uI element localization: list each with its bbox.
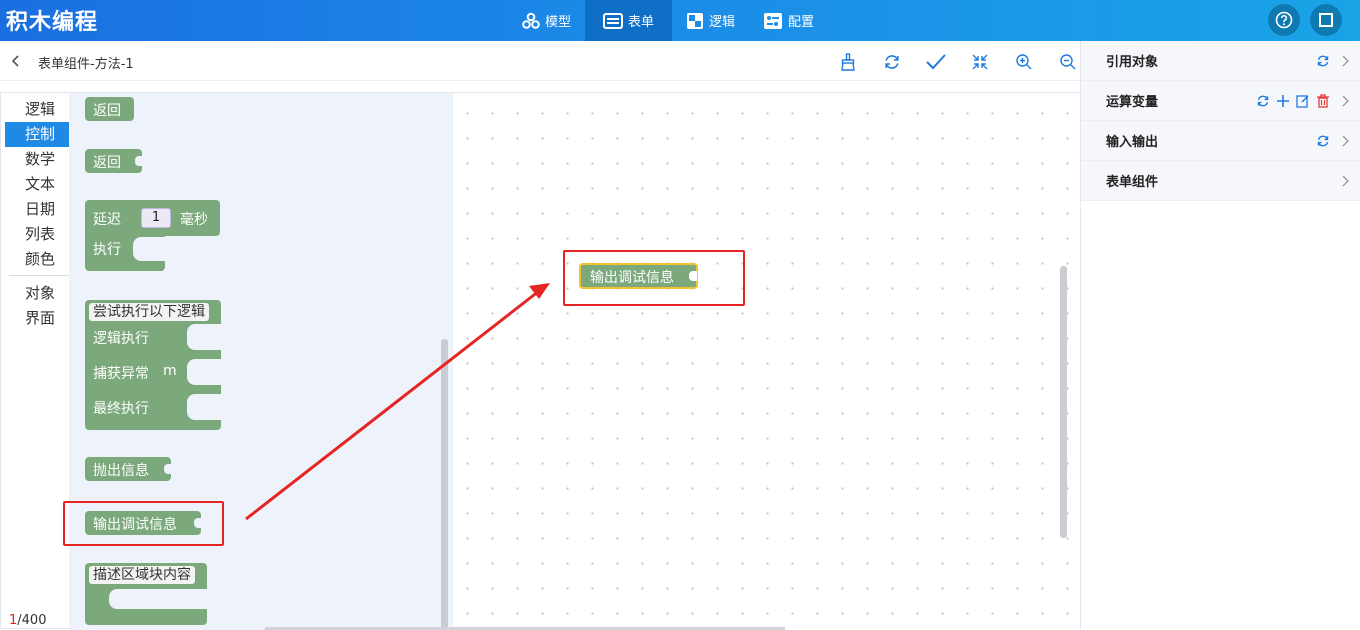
panel-reference-objects[interactable]: 引用对象 — [1081, 41, 1360, 81]
chevron-right-icon — [1342, 175, 1349, 186]
back-icon[interactable] — [10, 53, 22, 69]
collapse-icon — [972, 54, 988, 70]
panel-input-output[interactable]: 输入输出 — [1081, 121, 1360, 161]
plus-icon[interactable] — [1276, 94, 1290, 108]
chevron-right-icon — [1342, 95, 1349, 106]
nav-form[interactable]: 表单 — [585, 0, 673, 41]
nav-logic[interactable]: 逻辑 — [672, 0, 749, 41]
right-panel: 引用对象 运算变量 输入输出 表单组件 — [1080, 41, 1360, 629]
zoom-in-icon — [1016, 54, 1032, 70]
editor-toolbar — [826, 51, 1090, 73]
nav-form-label: 表单 — [628, 15, 655, 30]
clean-button[interactable] — [826, 51, 870, 73]
check-icon — [926, 54, 946, 70]
chevron-right-icon — [1342, 55, 1349, 66]
panel-form-components[interactable]: 表单组件 — [1081, 161, 1360, 201]
panel-input-output-title: 输入输出 — [1106, 135, 1159, 150]
panel-reference-objects-title: 引用对象 — [1106, 55, 1159, 70]
model-icon — [522, 12, 540, 29]
nav-config[interactable]: 配置 — [749, 0, 828, 41]
help-button[interactable] — [1268, 4, 1300, 36]
refresh-icon — [885, 55, 899, 69]
nav-model[interactable]: 模型 — [508, 0, 585, 41]
nav-model-label: 模型 — [545, 15, 572, 30]
zoom-out-icon — [1060, 54, 1076, 70]
logic-icon — [687, 12, 704, 29]
brush-icon — [841, 53, 855, 71]
main-nav: 模型 表单 逻辑 配置 — [508, 0, 828, 41]
config-icon — [764, 12, 783, 29]
panel-operation-variables-title: 运算变量 — [1106, 95, 1159, 110]
top-right-actions — [1268, 4, 1342, 36]
edit-icon[interactable] — [1296, 94, 1310, 108]
square-icon — [1319, 13, 1333, 27]
fullscreen-button[interactable] — [1310, 4, 1342, 36]
refresh-icon[interactable] — [1316, 54, 1330, 68]
variable-actions — [1256, 93, 1330, 108]
delete-icon[interactable] — [1316, 93, 1330, 108]
confirm-button[interactable] — [914, 51, 958, 73]
form-icon — [603, 12, 624, 29]
top-bar: 积木编程 模型 表单 逻辑 配置 — [0, 0, 1360, 41]
zoom-in-button[interactable] — [1002, 51, 1046, 73]
panel-operation-variables[interactable]: 运算变量 — [1081, 81, 1360, 121]
io-actions — [1316, 134, 1330, 148]
collapse-button[interactable] — [958, 51, 1002, 73]
chevron-right-icon — [1342, 135, 1349, 146]
panel-form-components-title: 表单组件 — [1106, 175, 1159, 190]
refresh-button[interactable] — [870, 51, 914, 73]
reference-actions — [1316, 54, 1330, 68]
editor-header: 表单组件-方法-1 — [0, 41, 1080, 81]
blockly-workspace: 逻辑 控制 数学 文本 日期 列表 颜色 对象 界面 返回 返回 延迟 1 毫秒… — [0, 92, 1081, 630]
nav-config-label: 配置 — [788, 15, 815, 30]
drag-arrow — [245, 283, 550, 521]
refresh-icon[interactable] — [1316, 134, 1330, 148]
nav-logic-label: 逻辑 — [709, 15, 736, 30]
breadcrumb: 表单组件-方法-1 — [38, 57, 134, 72]
refresh-icon[interactable] — [1256, 94, 1270, 108]
app-title: 积木编程 — [6, 10, 99, 35]
help-icon — [1275, 11, 1293, 29]
